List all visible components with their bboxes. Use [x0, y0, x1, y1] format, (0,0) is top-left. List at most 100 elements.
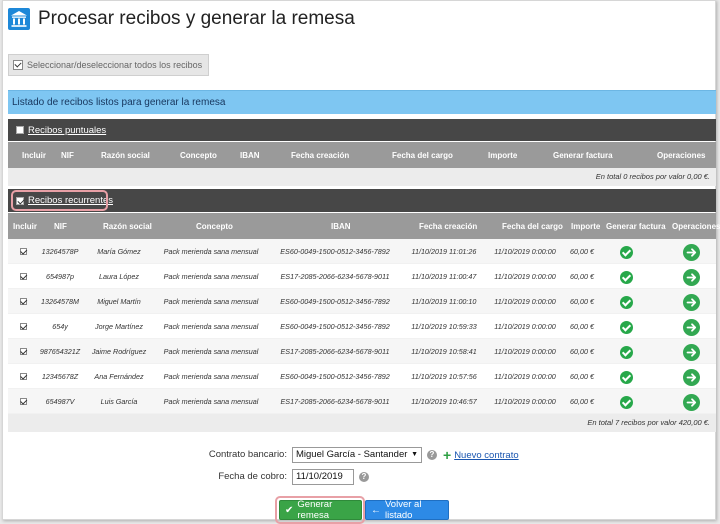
cell-importe: 60,00 €: [570, 297, 594, 306]
generate-invoice-cell: [615, 389, 637, 414]
column-header-cell: Importe: [571, 222, 601, 231]
cell-concepto: Pack merienda sana mensual: [163, 372, 259, 381]
date-input[interactable]: 11/10/2019: [292, 469, 354, 485]
back-to-list-label: Volver al listado: [385, 499, 422, 521]
cell-concepto: Pack merienda sana mensual: [163, 297, 259, 306]
cell-nif: 13264578M: [41, 297, 79, 306]
select-all-toggle[interactable]: Seleccionar/deseleccionar todos los reci…: [8, 54, 210, 76]
section-recurrentes: Recibos recurrentes: [8, 189, 716, 212]
check-circle-icon[interactable]: [619, 370, 633, 384]
contract-select[interactable]: Miguel García - Santander ▼: [292, 447, 422, 463]
cell-importe: 60,00 €: [570, 247, 594, 256]
help-icon[interactable]: ?: [427, 450, 437, 460]
include-checkbox[interactable]: [19, 372, 27, 380]
column-header-cell: Concepto: [196, 222, 233, 231]
include-checkbox[interactable]: [19, 397, 27, 405]
cell-concepto: Pack merienda sana mensual: [163, 247, 259, 256]
recurrentes-checkbox[interactable]: [16, 196, 24, 205]
cell-importe: 60,00 €: [570, 347, 594, 356]
recurrentes-link[interactable]: Recibos recurrentes: [28, 195, 113, 206]
cell-razon: María Gómez: [97, 247, 141, 256]
include-cell: [18, 364, 28, 389]
cell-nif: 987654321Z: [39, 347, 81, 356]
cell-importe: 60,00 €: [570, 372, 594, 381]
column-header-cell: Incluir: [13, 222, 38, 231]
select-all-checkbox[interactable]: [13, 60, 23, 70]
include-cell: [18, 289, 28, 314]
arrow-right-circle-icon[interactable]: [682, 368, 700, 386]
new-contract-link[interactable]: + Nuevo contrato: [443, 447, 519, 463]
generate-invoice-cell: [615, 289, 637, 314]
cell-concepto: Pack merienda sana mensual: [163, 347, 259, 356]
cell-concepto: Pack merienda sana mensual: [163, 397, 259, 406]
cell-razon: Ana Fernández: [94, 372, 144, 381]
cell-razon: Jaime Rodríguez: [91, 347, 147, 356]
check-circle-icon[interactable]: [619, 270, 633, 284]
include-cell: [18, 264, 28, 289]
help-icon[interactable]: ?: [359, 472, 369, 482]
column-header-cell: Generar factura: [553, 151, 613, 160]
puntuales-link[interactable]: Recibos puntuales: [28, 125, 106, 136]
page-title: Procesar recibos y generar la remesa: [38, 8, 355, 29]
include-checkbox[interactable]: [19, 347, 27, 355]
include-checkbox[interactable]: [19, 297, 27, 305]
generate-invoice-cell: [615, 239, 637, 264]
include-checkbox[interactable]: [19, 247, 27, 255]
cell-concepto: Pack merienda sana mensual: [163, 272, 259, 281]
arrow-right-circle-icon[interactable]: [682, 293, 700, 311]
cell-cargo: 11/10/2019 0:00:00: [494, 247, 556, 256]
generate-invoice-cell: [615, 364, 637, 389]
cell-cargo: 11/10/2019 0:00:00: [494, 372, 556, 381]
arrow-right-circle-icon[interactable]: [682, 268, 700, 286]
bank-icon: [8, 8, 30, 30]
cell-importe: 60,00 €: [570, 322, 594, 331]
cell-cargo: 11/10/2019 0:00:00: [494, 297, 556, 306]
column-header-cell: Fecha creación: [291, 151, 350, 160]
column-header-cell: Razón social: [101, 151, 150, 160]
column-header-cell: Generar factura: [606, 222, 666, 231]
check-circle-icon[interactable]: [619, 245, 633, 259]
back-to-list-button[interactable]: ← Volver al listado: [365, 499, 449, 521]
cell-nif: 13264578P: [41, 247, 79, 256]
contract-label: Contrato bancario:: [208, 449, 287, 460]
cell-importe: 60,00 €: [570, 272, 594, 281]
app-frame: Procesar recibos y generar la remesa Sel…: [2, 0, 720, 524]
operations-cell: [680, 264, 702, 289]
recurrentes-column-header: Incluir NIF Razón social Concepto IBAN Fecha …: [8, 213, 720, 239]
include-checkbox[interactable]: [19, 322, 27, 330]
cell-nif: 654y: [52, 322, 68, 331]
cell-iban: ES17-2085-2066-6234-5678-9011: [280, 347, 390, 356]
include-cell: [18, 389, 28, 414]
operations-cell: [680, 389, 702, 414]
arrow-right-circle-icon[interactable]: [682, 243, 700, 261]
check-circle-icon[interactable]: [619, 395, 633, 409]
cell-razon: Luis García: [100, 397, 138, 406]
operations-cell: [680, 364, 702, 389]
operations-cell: [680, 239, 702, 264]
include-cell: [18, 314, 28, 339]
cell-razon: Laura López: [99, 272, 139, 281]
arrow-right-circle-icon[interactable]: [682, 343, 700, 361]
chevron-down-icon: ▼: [411, 451, 418, 458]
column-header-cell: Fecha del cargo: [502, 222, 563, 231]
generate-remittance-button[interactable]: ✔ Generar remesa: [279, 499, 362, 521]
include-checkbox[interactable]: [19, 272, 27, 280]
check-circle-icon[interactable]: [619, 295, 633, 309]
check-circle-icon[interactable]: [619, 320, 633, 334]
cell-cargo: 11/10/2019 0:00:00: [494, 347, 556, 356]
include-cell: [18, 239, 28, 264]
column-header-cell: IBAN: [331, 222, 351, 231]
cell-importe: 60,00 €: [570, 397, 594, 406]
check-circle-icon[interactable]: [619, 345, 633, 359]
arrow-right-circle-icon[interactable]: [682, 393, 700, 411]
puntuales-checkbox[interactable]: [16, 126, 24, 134]
cell-creacion: 11/10/2019 10:58:41: [411, 347, 477, 356]
cell-creacion: 11/10/2019 11:01:26: [411, 247, 477, 256]
arrow-right-circle-icon[interactable]: [682, 318, 700, 336]
cell-razon: Miguel Martín: [97, 297, 141, 306]
cell-iban: ES60-0049-1500-0512-3456-7892: [280, 372, 390, 381]
operations-cell: [680, 289, 702, 314]
generate-invoice-cell: [615, 339, 637, 364]
table-row: 12345678Z Ana Fernández Pack merienda sana…: [8, 364, 716, 389]
operations-cell: [680, 339, 702, 364]
